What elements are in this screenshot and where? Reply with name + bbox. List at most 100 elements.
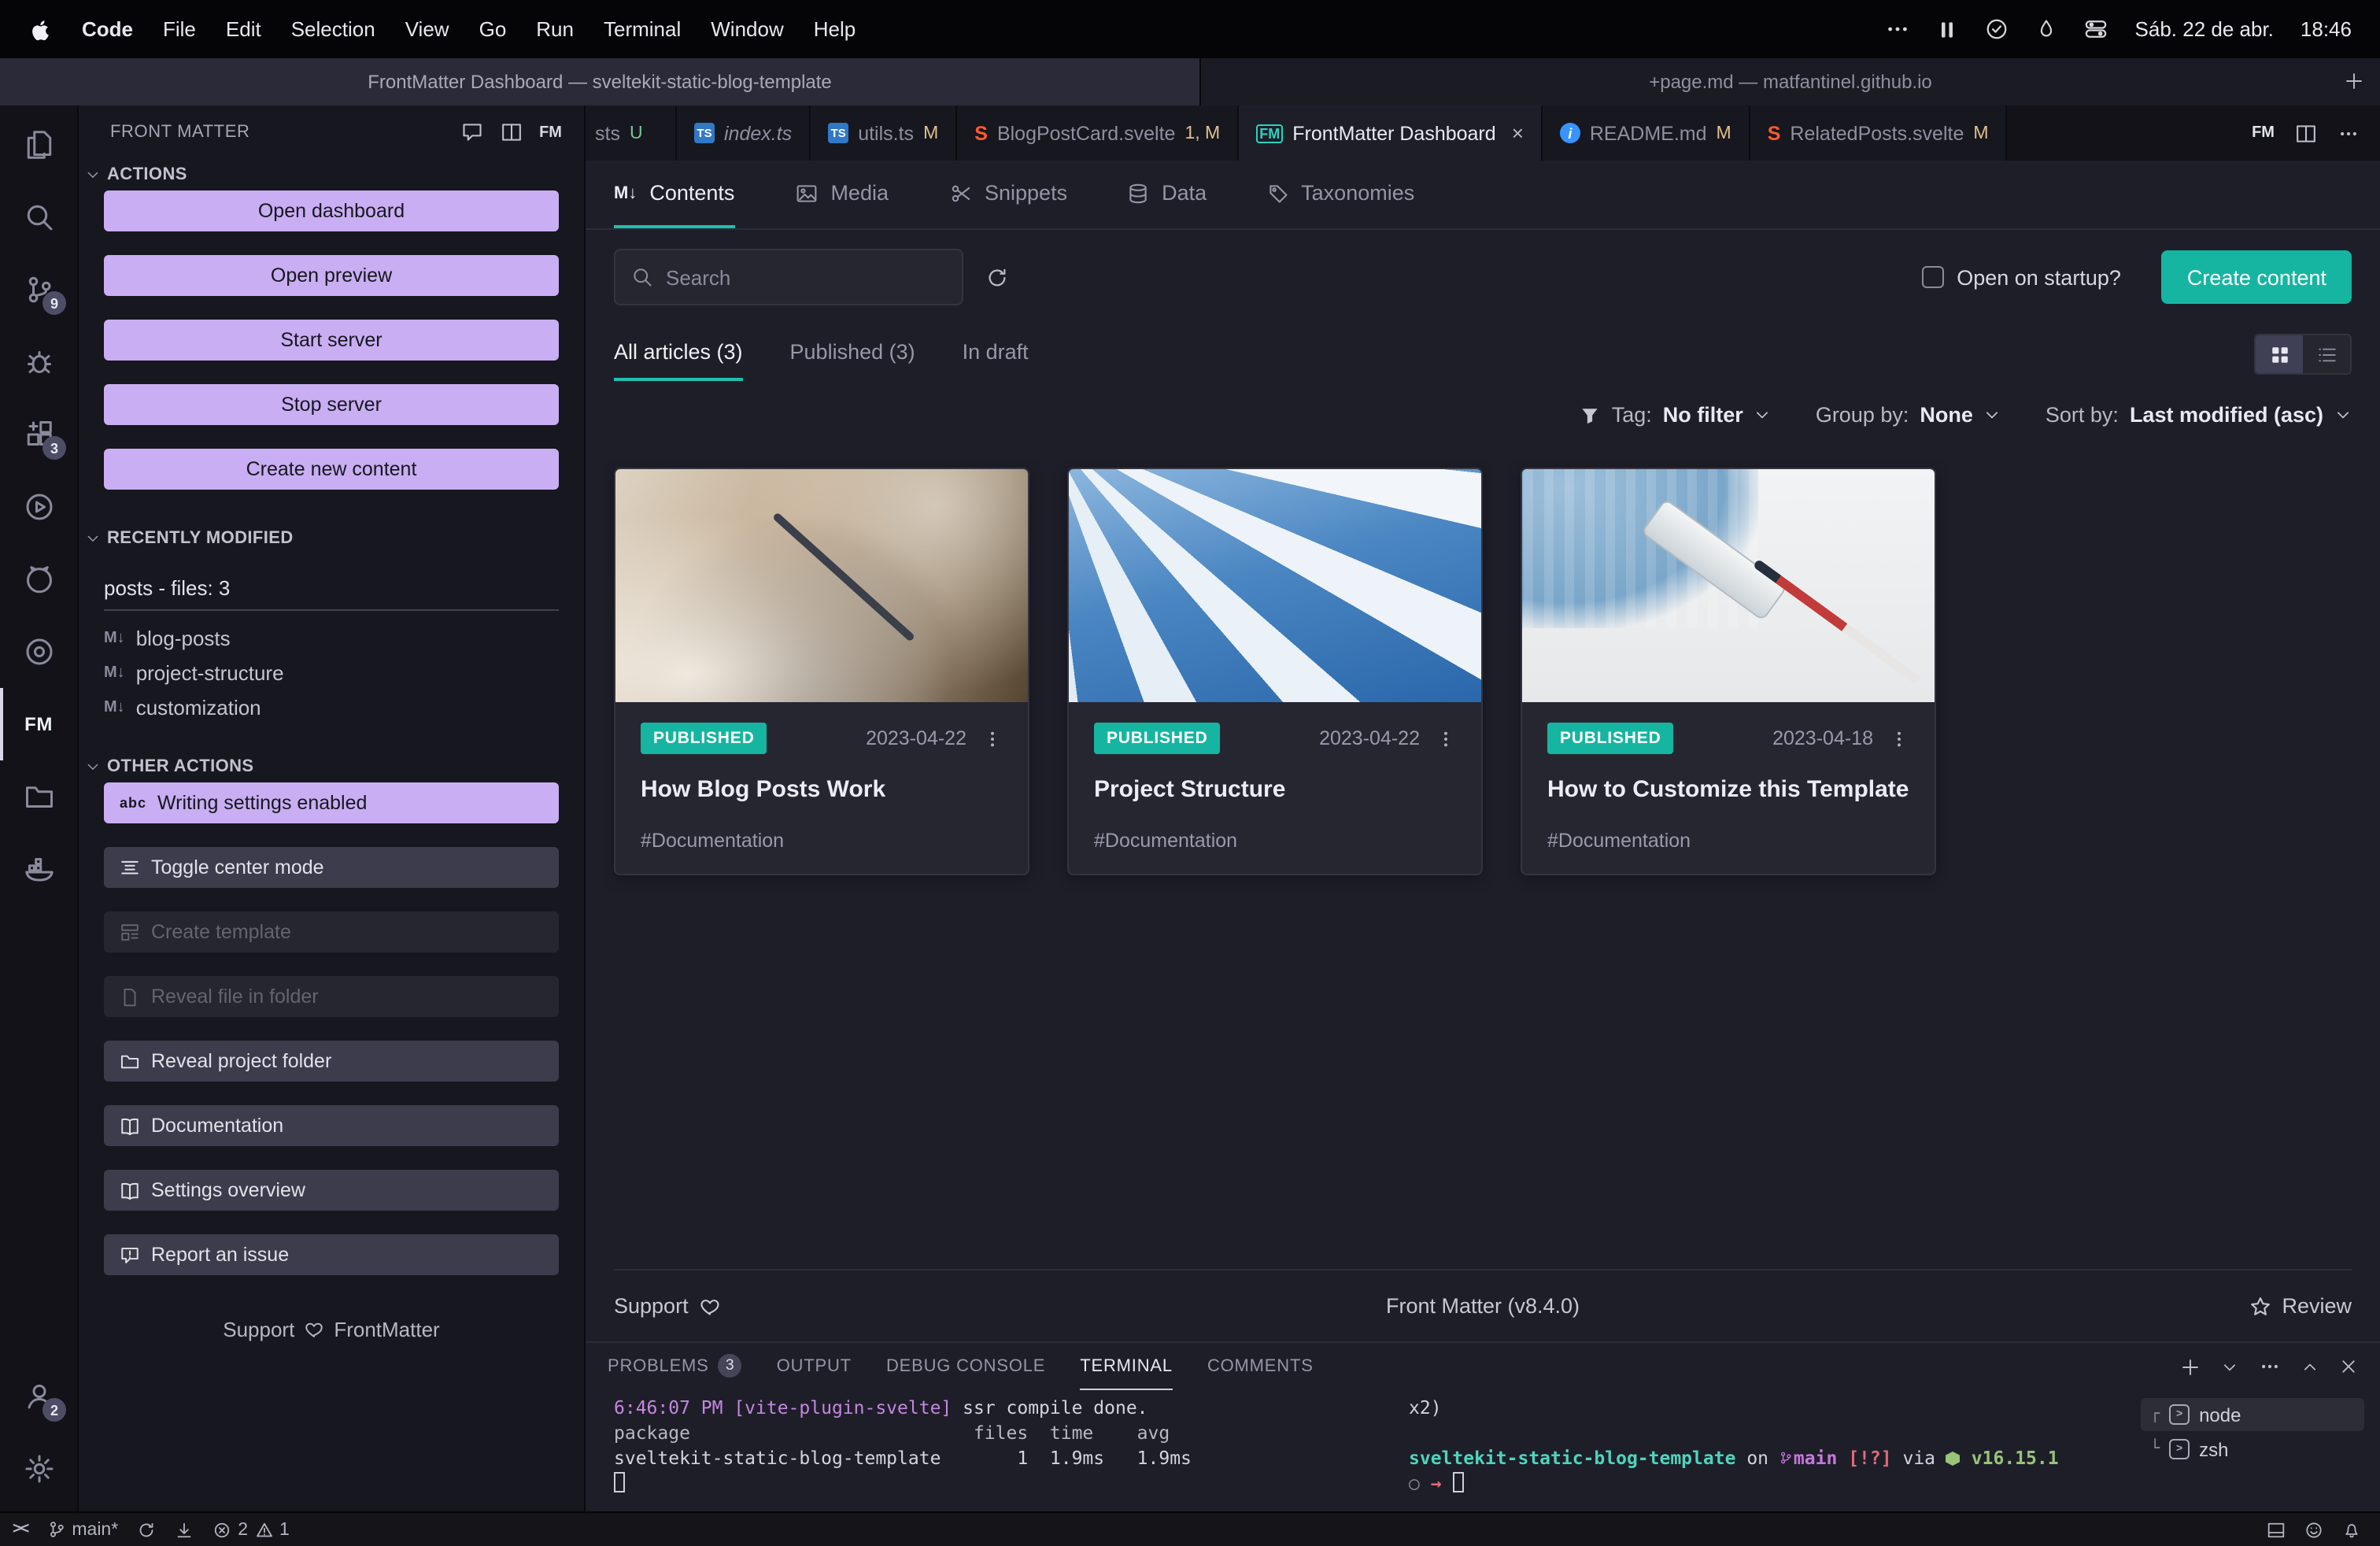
terminal-dropdown-icon[interactable] (2221, 1358, 2238, 1375)
split-editor-icon[interactable] (2295, 122, 2317, 144)
menubar-date[interactable]: Sáb. 22 de abr. (2135, 17, 2274, 41)
recent-file-customization[interactable]: M↓ customization (104, 691, 559, 726)
titlebar-left-window[interactable]: FrontMatter Dashboard — sveltekit-static… (0, 58, 1201, 105)
menubar-dots-icon[interactable] (1887, 17, 1910, 41)
tab-problems[interactable]: PROBLEMS 3 (608, 1343, 742, 1390)
nav-taxonomies[interactable]: Taxonomies (1266, 161, 1414, 228)
more-actions-icon[interactable] (2338, 122, 2360, 144)
tab-in-draft[interactable]: In draft (963, 340, 1029, 381)
tab-output[interactable]: OUTPUT (777, 1343, 852, 1390)
settings-overview-button[interactable]: Settings overview (104, 1170, 559, 1211)
group-by-filter[interactable]: Group by: None (1816, 403, 2001, 427)
layout-panel-icon[interactable] (2267, 1520, 2286, 1539)
tab-published[interactable]: Published (3) (790, 340, 915, 381)
frontmatter-activity-icon[interactable]: FM (0, 688, 77, 760)
terminal-pane-right[interactable]: x2) sveltekit-static-blog-template on ma… (1409, 1395, 2131, 1511)
footer-review[interactable]: Review (1580, 1294, 2352, 1318)
search-icon[interactable] (0, 181, 77, 253)
stop-server-button[interactable]: Stop server (104, 384, 559, 425)
nav-contents[interactable]: M↓ Contents (614, 161, 734, 228)
tab-readme-md[interactable]: i README.md M (1543, 105, 1750, 161)
stage-manager-icon[interactable] (1937, 18, 1959, 40)
menu-file[interactable]: File (163, 17, 196, 41)
tab-all-articles[interactable]: All articles (3) (614, 340, 743, 381)
maximize-panel-icon[interactable] (2301, 1358, 2319, 1375)
close-panel-icon[interactable] (2339, 1357, 2358, 1376)
debug-icon[interactable] (0, 326, 77, 398)
split-columns-icon[interactable] (500, 121, 522, 143)
source-control-icon[interactable]: 9 (0, 253, 77, 326)
menu-view[interactable]: View (405, 17, 449, 41)
menu-go[interactable]: Go (479, 17, 507, 41)
settings-gear-icon[interactable] (0, 1433, 77, 1505)
menubar-time[interactable]: 18:46 (2301, 17, 2352, 41)
play-circle-icon[interactable] (0, 471, 77, 543)
nav-snippets[interactable]: Snippets (948, 161, 1067, 228)
section-other-actions[interactable]: OTHER ACTIONS (79, 751, 584, 782)
sidebar-support[interactable]: Support FrontMatter (79, 1318, 584, 1341)
menu-window[interactable]: Window (711, 17, 784, 41)
toggle-center-mode-button[interactable]: Toggle center mode (104, 847, 559, 888)
menu-help[interactable]: Help (814, 17, 856, 41)
create-new-content-button[interactable]: Create new content (104, 449, 559, 490)
create-content-button[interactable]: Create content (2162, 250, 2352, 304)
refresh-icon[interactable] (985, 265, 1009, 289)
frontmatter-action-icon[interactable]: FM (2252, 124, 2275, 142)
open-on-startup-checkbox[interactable] (1922, 266, 1944, 288)
menu-selection[interactable]: Selection (291, 17, 375, 41)
git-fetch-status[interactable] (175, 1520, 194, 1539)
tab-index-ts[interactable]: TS index.ts (677, 105, 811, 161)
tab-terminal[interactable]: TERMINAL (1080, 1343, 1173, 1390)
frontmatter-mini-logo[interactable]: FM (539, 124, 562, 141)
close-tab-icon[interactable]: × (1512, 121, 1524, 145)
menu-terminal[interactable]: Terminal (604, 17, 681, 41)
writing-settings-button[interactable]: abc Writing settings enabled (104, 782, 559, 823)
droplet-icon[interactable] (2036, 17, 2058, 41)
accounts-icon[interactable]: 2 (0, 1360, 77, 1433)
docker-icon[interactable] (0, 833, 77, 905)
section-actions[interactable]: ACTIONS (79, 159, 584, 190)
start-server-button[interactable]: Start server (104, 320, 559, 361)
recent-file-blog-posts[interactable]: M↓ blog-posts (104, 622, 559, 656)
open-dashboard-button[interactable]: Open dashboard (104, 190, 559, 231)
remote-indicator[interactable]: >< (13, 1521, 28, 1538)
shortcuts-check-icon[interactable] (1986, 17, 2009, 41)
grid-view-button[interactable] (2256, 335, 2303, 373)
explorer-icon[interactable] (0, 109, 77, 181)
tab-frontmatter-dashboard[interactable]: FM FrontMatter Dashboard × (1239, 105, 1543, 161)
plus-icon[interactable] (2344, 71, 2364, 91)
tag-filter[interactable]: Tag: No filter (1579, 403, 1772, 427)
folder-icon[interactable] (0, 760, 77, 833)
terminal-pane-left[interactable]: 6:46:07 PM [vite-plugin-svelte] ssr comp… (614, 1395, 1409, 1511)
new-terminal-icon[interactable] (2180, 1356, 2201, 1377)
tab-comments[interactable]: COMMENTS (1207, 1343, 1314, 1390)
reveal-file-button[interactable]: Reveal file in folder (104, 976, 559, 1017)
more-actions-icon[interactable] (2259, 1356, 2281, 1378)
git-sync-status[interactable] (137, 1520, 156, 1539)
nav-media[interactable]: Media (794, 161, 889, 228)
git-branch-status[interactable]: main* (46, 1519, 118, 1540)
extensions-icon[interactable]: 3 (0, 398, 77, 471)
tab-posts[interactable]: sts U (586, 105, 677, 161)
apple-menu-icon[interactable] (28, 17, 52, 42)
feedback-comment-icon[interactable] (460, 121, 482, 143)
tab-debug-console[interactable]: DEBUG CONSOLE (886, 1343, 1045, 1390)
tab-utils-ts[interactable]: TS utils.ts M (811, 105, 957, 161)
menu-code[interactable]: Code (82, 17, 133, 41)
open-on-startup[interactable]: Open on startup? (1922, 265, 2121, 289)
tab-relatedposts-svelte[interactable]: S RelatedPosts.svelte M (1750, 105, 2008, 161)
menu-run[interactable]: Run (536, 17, 574, 41)
footer-support[interactable]: Support (614, 1294, 1386, 1318)
remote-target-icon[interactable] (0, 616, 77, 688)
article-card[interactable]: PUBLISHED 2023-04-22 Project Structure #… (1067, 468, 1483, 875)
kebab-menu-icon[interactable] (982, 728, 1003, 749)
github-icon[interactable] (0, 543, 77, 616)
documentation-button[interactable]: Documentation (104, 1105, 559, 1146)
menu-edit[interactable]: Edit (226, 17, 261, 41)
titlebar-right-window[interactable]: +page.md — matfantinel.github.io (1201, 58, 2380, 105)
problems-status[interactable]: 2 1 (213, 1520, 290, 1539)
terminal-area[interactable]: 6:46:07 PM [vite-plugin-svelte] ssr comp… (586, 1390, 2380, 1511)
terminal-instance-node[interactable]: ┌ > node (2141, 1398, 2364, 1431)
article-card[interactable]: PUBLISHED 2023-04-18 How to Customize th… (1521, 468, 1936, 875)
open-preview-button[interactable]: Open preview (104, 255, 559, 296)
